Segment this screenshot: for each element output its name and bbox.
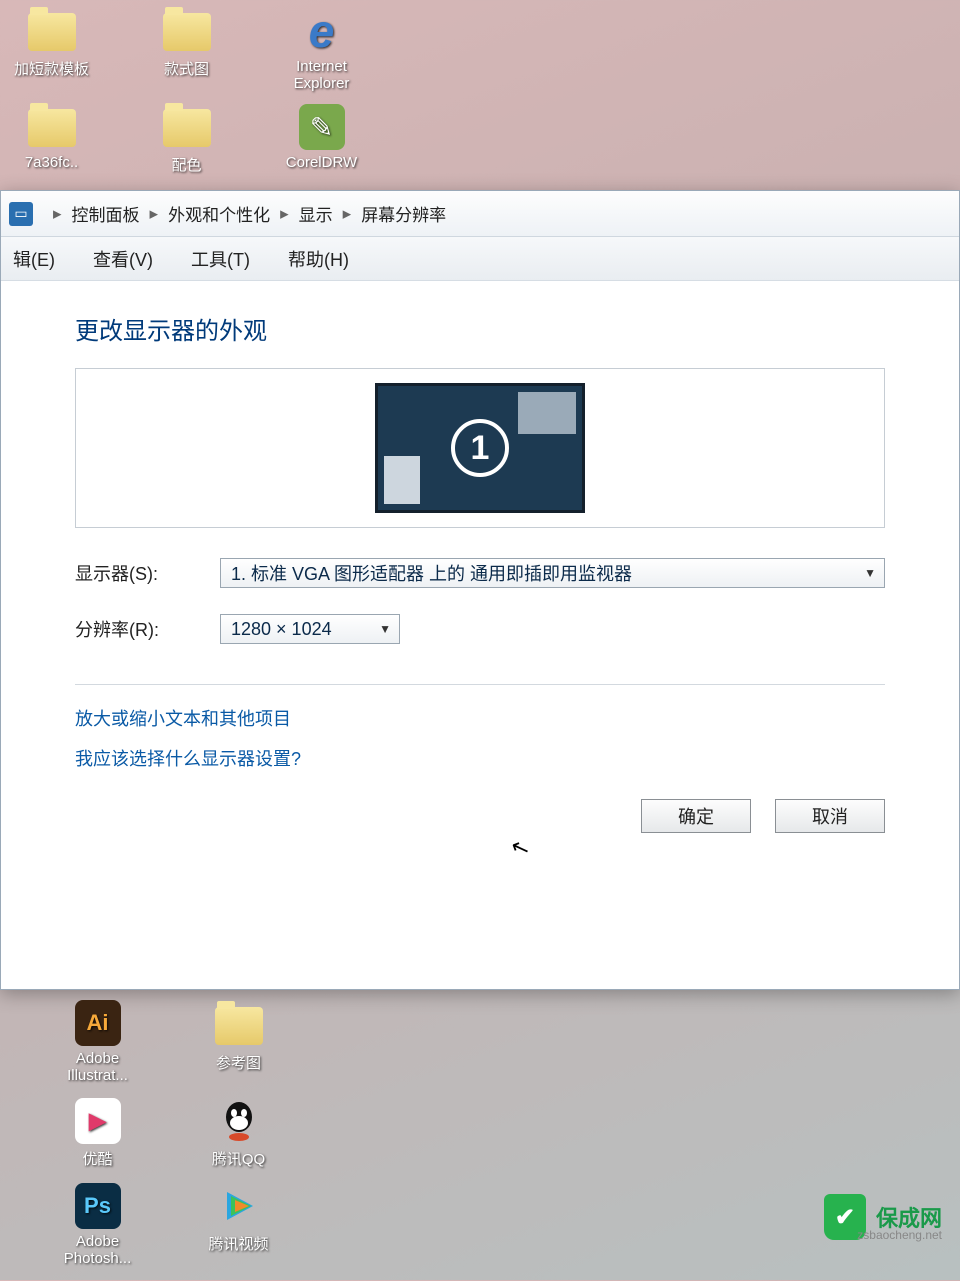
- watermark-sub: zsbaocheng.net: [857, 1228, 942, 1242]
- desktop-icon-ie[interactable]: e Internet Explorer: [274, 6, 369, 92]
- desktop-icon-label: 加短款模板: [4, 58, 99, 79]
- desktop-icon-label: 配色: [139, 154, 234, 175]
- desktop-icon-coreldraw[interactable]: ✎ CorelDRW: [274, 102, 369, 175]
- desktop-icon-label: Adobe Photosh...: [50, 1233, 145, 1267]
- resolution-dropdown[interactable]: 1280 × 1024 ▼: [220, 614, 400, 644]
- tencent-video-icon: [216, 1183, 262, 1229]
- menu-help[interactable]: 帮助(H): [282, 242, 355, 276]
- desktop-icons-top: 加短款模板 款式图 e Internet Explorer 7a36fc.. 配…: [0, 0, 960, 175]
- chevron-right-icon: ▸: [343, 204, 352, 224]
- desktop-icon-folder-3[interactable]: 7a36fc..: [4, 102, 99, 175]
- display-dropdown[interactable]: 1. 标准 VGA 图形适配器 上的 通用即插即用监视器 ▼: [220, 558, 885, 588]
- breadcrumb-resolution[interactable]: 屏幕分辨率: [361, 201, 446, 226]
- desktop-icon-folder-2[interactable]: 款式图: [139, 6, 234, 92]
- desktop-icon-label: 腾讯QQ: [191, 1148, 286, 1169]
- qq-icon: [216, 1098, 262, 1144]
- monitor-thumb-icon: [384, 456, 420, 504]
- photoshop-icon: Ps: [75, 1183, 121, 1229]
- chevron-right-icon: ▸: [280, 204, 289, 224]
- link-text-scaling[interactable]: 放大或缩小文本和其他项目: [75, 705, 885, 731]
- breadcrumb-bar: ▭ ▸ 控制面板 ▸ 外观和个性化 ▸ 显示 ▸ 屏幕分辨率: [1, 191, 959, 237]
- ok-button[interactable]: 确定: [641, 799, 751, 833]
- dialog-buttons: 确定 取消: [75, 799, 885, 833]
- menu-tools[interactable]: 工具(T): [185, 242, 256, 276]
- desktop-icons-bottom: Ai Adobe Illustrat... 参考图 ▶ 优酷 腾讯QQ Ps A…: [0, 1000, 286, 1281]
- illustrator-icon: Ai: [75, 1000, 121, 1046]
- chevron-right-icon: ▸: [53, 204, 62, 224]
- display-preview-box[interactable]: 1: [75, 368, 885, 528]
- chevron-down-icon: ▼: [864, 566, 876, 580]
- control-panel-icon: ▭: [9, 202, 33, 226]
- resolution-label: 分辨率(R):: [75, 616, 220, 642]
- desktop-icon-label: Internet Explorer: [274, 58, 369, 92]
- chevron-down-icon: ▼: [379, 622, 391, 636]
- divider: [75, 684, 885, 685]
- coreldraw-icon: ✎: [299, 104, 345, 150]
- desktop-icon-tencent-video[interactable]: 腾讯视频: [191, 1183, 286, 1267]
- folder-icon: [28, 109, 76, 147]
- folder-icon: [163, 13, 211, 51]
- content-area: 更改显示器的外观 1 显示器(S): 1. 标准 VGA 图形适配器 上的 通用…: [1, 281, 959, 853]
- youku-icon: ▶: [75, 1098, 121, 1144]
- menu-edit[interactable]: 辑(E): [7, 242, 61, 276]
- ie-icon: e: [309, 4, 335, 58]
- watermark: ✔ 保成网 zsbaocheng.net: [824, 1194, 942, 1240]
- help-links: 放大或缩小文本和其他项目 我应该选择什么显示器设置?: [75, 705, 885, 771]
- breadcrumb-display[interactable]: 显示: [299, 201, 333, 226]
- monitor-thumb-icon: [518, 392, 576, 434]
- monitor-number-badge: 1: [451, 419, 509, 477]
- page-title: 更改显示器的外观: [75, 311, 885, 346]
- folder-icon: [215, 1007, 263, 1045]
- desktop-icon-qq[interactable]: 腾讯QQ: [191, 1098, 286, 1169]
- desktop-icon-label: Adobe Illustrat...: [50, 1050, 145, 1084]
- desktop-icon-label: CorelDRW: [274, 154, 369, 171]
- resolution-value: 1280 × 1024: [231, 619, 332, 640]
- desktop-icon-label: 优酷: [50, 1148, 145, 1169]
- desktop-icon-illustrator[interactable]: Ai Adobe Illustrat...: [50, 1000, 145, 1084]
- control-panel-window: ▭ ▸ 控制面板 ▸ 外观和个性化 ▸ 显示 ▸ 屏幕分辨率 辑(E) 查看(V…: [0, 190, 960, 990]
- resolution-row: 分辨率(R): 1280 × 1024 ▼: [75, 614, 885, 644]
- display-label: 显示器(S):: [75, 560, 220, 586]
- chevron-right-icon: ▸: [150, 204, 159, 224]
- menu-view[interactable]: 查看(V): [87, 242, 159, 276]
- desktop-icon-folder-1[interactable]: 加短款模板: [4, 6, 99, 92]
- desktop-icon-folder-ref[interactable]: 参考图: [191, 1000, 286, 1084]
- desktop-icon-label: 参考图: [191, 1052, 286, 1073]
- display-value: 1. 标准 VGA 图形适配器 上的 通用即插即用监视器: [231, 560, 632, 586]
- folder-icon: [163, 109, 211, 147]
- link-display-help[interactable]: 我应该选择什么显示器设置?: [75, 745, 885, 771]
- cancel-button[interactable]: 取消: [775, 799, 885, 833]
- menu-bar: 辑(E) 查看(V) 工具(T) 帮助(H): [1, 237, 959, 281]
- desktop-icon-folder-4[interactable]: 配色: [139, 102, 234, 175]
- folder-icon: [28, 13, 76, 51]
- desktop-icon-label: 款式图: [139, 58, 234, 79]
- display-row: 显示器(S): 1. 标准 VGA 图形适配器 上的 通用即插即用监视器 ▼: [75, 558, 885, 588]
- monitor-preview[interactable]: 1: [375, 383, 585, 513]
- desktop-icon-youku[interactable]: ▶ 优酷: [50, 1098, 145, 1169]
- breadcrumb-appearance[interactable]: 外观和个性化: [168, 201, 270, 226]
- desktop-icon-photoshop[interactable]: Ps Adobe Photosh...: [50, 1183, 145, 1267]
- breadcrumb-control-panel[interactable]: 控制面板: [72, 201, 140, 226]
- desktop-icon-label: 腾讯视频: [191, 1233, 286, 1254]
- desktop-icon-label: 7a36fc..: [4, 154, 99, 171]
